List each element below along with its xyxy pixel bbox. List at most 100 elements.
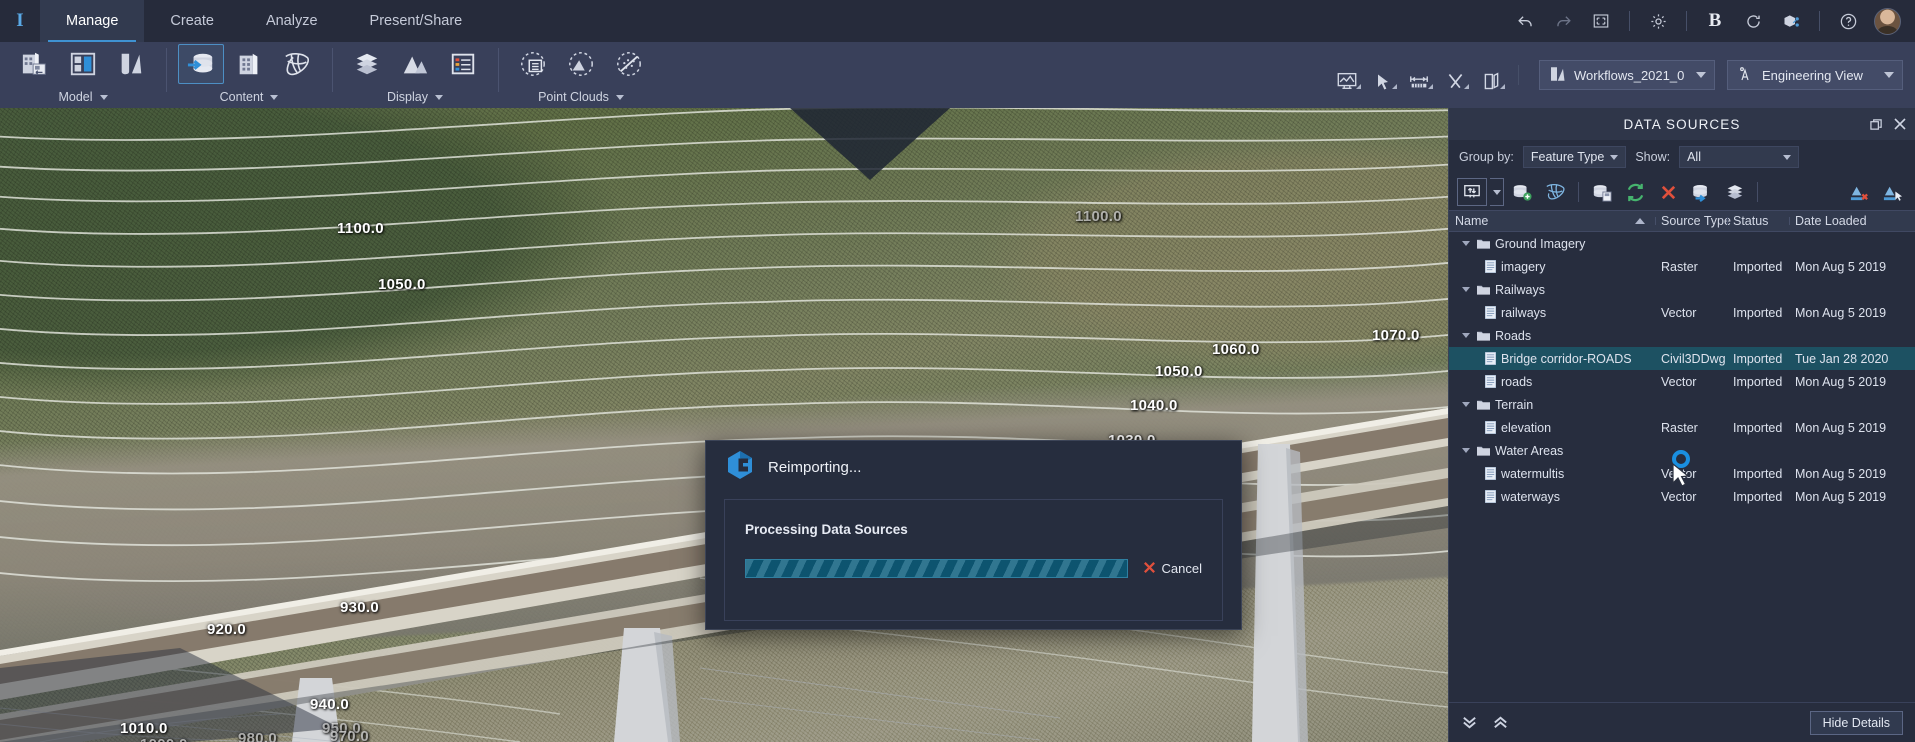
tree-item-row[interactable]: roads Vector Imported Mon Aug 5 2019 bbox=[1449, 370, 1915, 393]
pointcloud-classify-button[interactable] bbox=[606, 44, 652, 84]
folder-icon bbox=[1477, 284, 1490, 296]
chevron-down-icon[interactable] bbox=[615, 94, 624, 100]
chevron-corner-icon[interactable] bbox=[1464, 84, 1469, 89]
tree-row-status: Imported bbox=[1733, 374, 1783, 389]
expand-collapse-twisty-icon[interactable] bbox=[1459, 398, 1472, 411]
pointcloud-terrain-button[interactable] bbox=[558, 44, 604, 84]
elevation-label: 1100.0 bbox=[337, 220, 384, 237]
view-display-style-tool[interactable] bbox=[1330, 58, 1364, 92]
chevron-double-up-icon[interactable] bbox=[1492, 714, 1509, 731]
reimport-button[interactable] bbox=[1620, 178, 1650, 206]
column-header-name[interactable]: Name bbox=[1449, 214, 1655, 228]
tab-analyze[interactable]: Analyze bbox=[240, 0, 344, 42]
expand-collapse-twisty-icon[interactable] bbox=[1459, 237, 1472, 250]
column-header-status[interactable]: Status bbox=[1727, 214, 1789, 228]
layers-button[interactable] bbox=[344, 44, 390, 84]
workflow-selector[interactable]: Workflows_2021_0 bbox=[1539, 60, 1715, 90]
expand-collapse-twisty-icon[interactable] bbox=[1459, 329, 1472, 342]
column-header-date-loaded[interactable]: Date Loaded bbox=[1789, 214, 1915, 228]
remove-data-source-button[interactable] bbox=[1653, 178, 1683, 206]
tree-item-row[interactable]: waterways Vector Imported Mon Aug 5 2019 bbox=[1449, 485, 1915, 508]
merge-layers-button[interactable] bbox=[1719, 178, 1749, 206]
chevron-corner-icon[interactable] bbox=[1428, 84, 1433, 89]
tree-group-row[interactable]: Railways bbox=[1449, 278, 1915, 301]
model-section-button[interactable] bbox=[108, 44, 154, 84]
close-icon[interactable] bbox=[1893, 117, 1907, 131]
tab-manage[interactable]: Manage bbox=[40, 0, 145, 42]
building-content-button[interactable] bbox=[226, 44, 272, 84]
tree-item-row[interactable]: imagery Raster Imported Mon Aug 5 2019 bbox=[1449, 255, 1915, 278]
show-label: Show: bbox=[1635, 150, 1671, 164]
expand-collapse-twisty-icon[interactable] bbox=[1459, 444, 1472, 457]
chevron-corner-icon[interactable] bbox=[1500, 84, 1505, 89]
column-header-source-type[interactable]: Source Type bbox=[1655, 214, 1731, 228]
legend-button[interactable] bbox=[440, 44, 486, 84]
chevron-down-icon[interactable] bbox=[435, 94, 443, 100]
chevron-down-icon[interactable] bbox=[1696, 72, 1706, 78]
attach-data-source-button[interactable] bbox=[1457, 178, 1487, 206]
hide-details-button[interactable]: Hide Details bbox=[1809, 710, 1903, 735]
chevron-down-icon[interactable] bbox=[1884, 72, 1894, 78]
clear-selection-button[interactable] bbox=[1844, 178, 1874, 206]
red-x-icon bbox=[1142, 560, 1157, 578]
model-structure-button[interactable] bbox=[12, 44, 58, 84]
expand-collapse-twisty-icon[interactable] bbox=[1459, 283, 1472, 296]
redo-icon[interactable] bbox=[1545, 0, 1581, 42]
view-selector[interactable]: Engineering View bbox=[1727, 60, 1903, 90]
tree-group-row[interactable]: Ground Imagery bbox=[1449, 232, 1915, 255]
tools-tool[interactable] bbox=[1438, 58, 1472, 92]
tree-item-row[interactable]: watermultis Vector Imported Mon Aug 5 2019 bbox=[1449, 462, 1915, 485]
select-tool[interactable] bbox=[1366, 58, 1400, 92]
tree-group-row[interactable]: Roads bbox=[1449, 324, 1915, 347]
globe-content-button[interactable] bbox=[274, 44, 320, 84]
tree-group-row[interactable]: Terrain bbox=[1449, 393, 1915, 416]
tree-group-row[interactable]: Water Areas bbox=[1449, 439, 1915, 462]
settings-gear-icon[interactable] bbox=[1640, 0, 1676, 42]
tree-row-name: Water Areas bbox=[1495, 443, 1564, 458]
clip-volume-tool[interactable] bbox=[1474, 58, 1508, 92]
share-cube-icon[interactable] bbox=[1773, 0, 1809, 42]
select-features-button[interactable] bbox=[1877, 178, 1907, 206]
export-data-source-button[interactable] bbox=[1686, 178, 1716, 206]
data-sources-tree[interactable]: Ground Imagery imagery Raster Imported Mon A… bbox=[1449, 232, 1915, 702]
terrain-display-button[interactable] bbox=[392, 44, 438, 84]
chevron-double-down-icon[interactable] bbox=[1461, 714, 1478, 731]
bentley-b-icon[interactable]: B bbox=[1697, 0, 1733, 42]
cancel-button[interactable]: Cancel bbox=[1142, 560, 1202, 578]
tree-item-row[interactable]: railways Vector Imported Mon Aug 5 2019 bbox=[1449, 301, 1915, 324]
chevron-down-icon[interactable] bbox=[270, 94, 279, 100]
tree-row-source-type: Raster bbox=[1661, 259, 1698, 274]
pointcloud-list-button[interactable] bbox=[510, 44, 556, 84]
attach-data-source-dropdown[interactable] bbox=[1490, 178, 1504, 206]
chevron-corner-icon[interactable] bbox=[1356, 84, 1361, 89]
avatar[interactable] bbox=[1874, 7, 1901, 35]
tree-row-status: Imported bbox=[1733, 489, 1783, 504]
chevron-down-icon[interactable] bbox=[99, 94, 108, 100]
attach-web-service-button[interactable] bbox=[1540, 178, 1570, 206]
tab-present-share[interactable]: Present/Share bbox=[344, 0, 489, 42]
bentley-hex-logo-icon bbox=[726, 450, 754, 485]
group-by-select[interactable]: Feature Type bbox=[1522, 146, 1627, 168]
tree-row-source-type: Vector bbox=[1661, 374, 1697, 389]
measure-tool[interactable] bbox=[1402, 58, 1436, 92]
add-data-source-button[interactable] bbox=[1507, 178, 1537, 206]
import-data-sources-button[interactable] bbox=[178, 44, 224, 84]
tree-row-name: Ground Imagery bbox=[1495, 236, 1586, 251]
sync-icon[interactable] bbox=[1735, 0, 1771, 42]
tree-row-name-cell: Terrain bbox=[1449, 398, 1655, 412]
tree-item-row[interactable]: Bridge corridor-ROADS Civil3DDwg Imported T… bbox=[1449, 347, 1915, 370]
tree-item-row[interactable]: elevation Raster Imported Mon Aug 5 2019 bbox=[1449, 416, 1915, 439]
chevron-corner-icon[interactable] bbox=[1392, 84, 1397, 89]
copy-data-source-button[interactable] bbox=[1587, 178, 1617, 206]
undo-icon[interactable] bbox=[1507, 0, 1543, 42]
restore-window-icon[interactable] bbox=[1870, 118, 1883, 131]
tree-row-date-loaded: Mon Aug 5 2019 bbox=[1795, 259, 1887, 274]
elevation-label: 920.0 bbox=[207, 621, 247, 638]
model-layout-button[interactable] bbox=[60, 44, 106, 84]
fullscreen-icon[interactable] bbox=[1583, 0, 1619, 42]
tab-create[interactable]: Create bbox=[144, 0, 240, 42]
show-select[interactable]: All bbox=[1679, 146, 1800, 168]
3d-viewport[interactable]: 1100.0 1050.0 1100.0 1070.0 1060.0 1050.0 1040… bbox=[0, 108, 1448, 742]
ribbon-group-point-clouds-label: Point Clouds bbox=[506, 86, 656, 108]
help-icon[interactable] bbox=[1830, 0, 1866, 42]
